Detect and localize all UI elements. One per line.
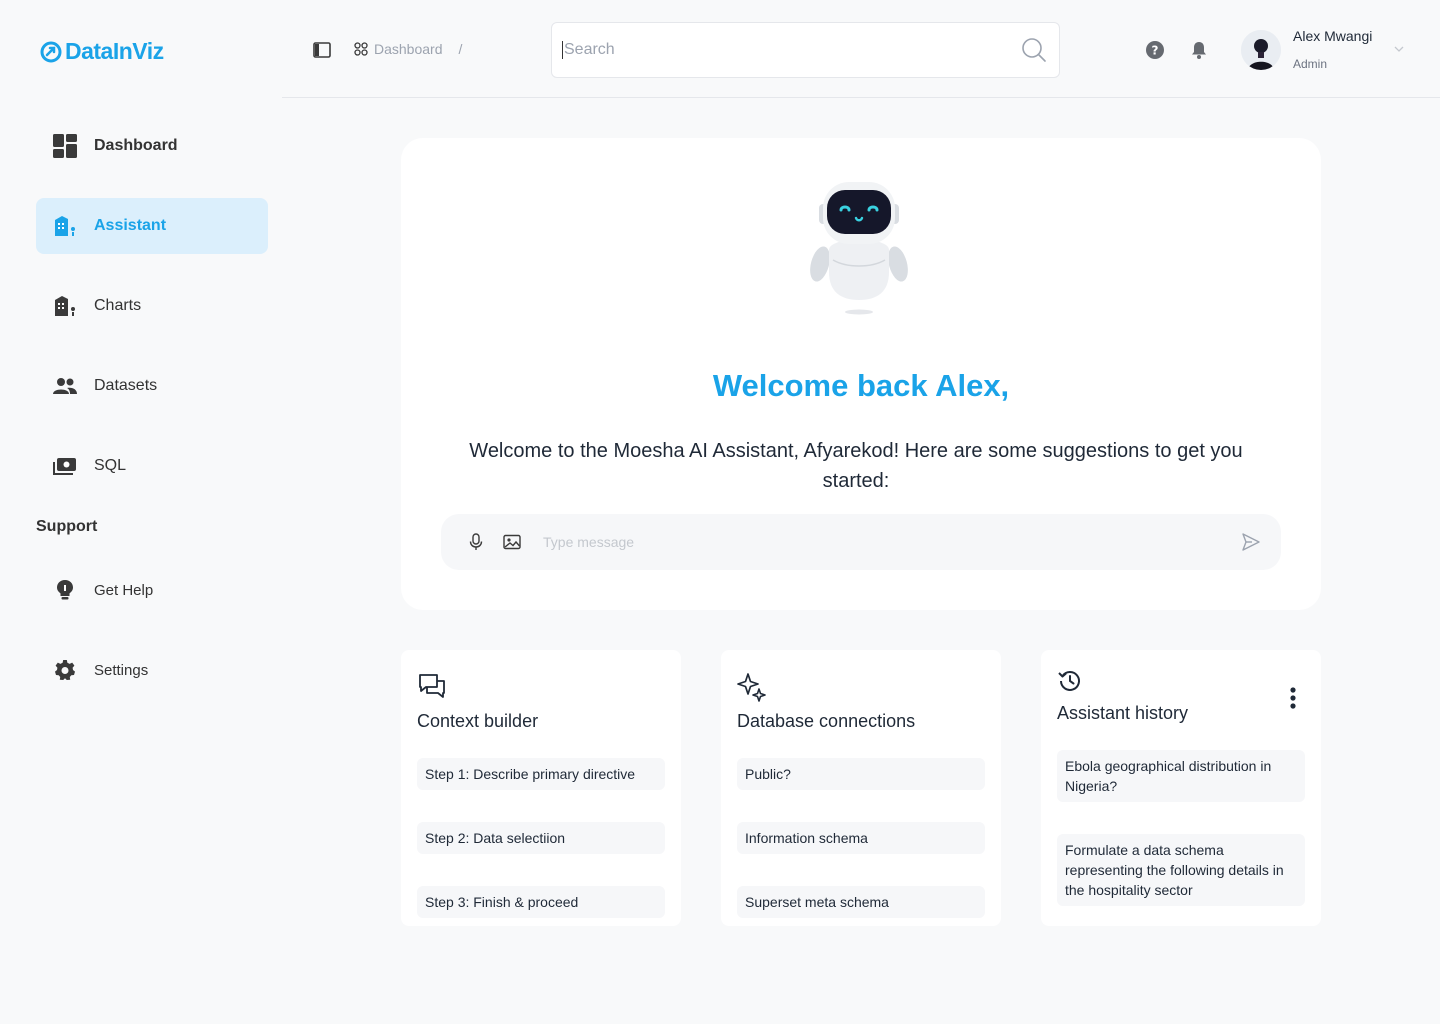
microphone-icon[interactable]: [467, 533, 485, 551]
sidebar-item-datasets[interactable]: Datasets: [36, 358, 268, 414]
logo[interactable]: DataInViz: [40, 38, 164, 65]
people-icon: [52, 373, 78, 399]
logo-text: DataInViz: [65, 38, 164, 64]
header-divider: [282, 97, 1440, 98]
context-step-item[interactable]: Step 2: Data selectiion: [417, 822, 665, 854]
breadcrumb: Dashboard /: [354, 41, 462, 57]
assistant-history-card: Assistant history Ebola geographical dis…: [1041, 650, 1321, 926]
help-icon[interactable]: ?: [1145, 40, 1165, 60]
sparkles-icon: [737, 673, 766, 702]
history-icon: [1058, 671, 1080, 691]
search-box: [551, 22, 1060, 78]
sidebar-item-label: Dashboard: [94, 137, 178, 154]
sidebar-item-charts[interactable]: Charts: [36, 278, 268, 334]
card-title: Assistant history: [1057, 703, 1189, 723]
sidebar-item-label: Get Help: [94, 581, 154, 599]
database-connections-card: Database connections Public? Information…: [721, 650, 1001, 926]
sql-icon: [52, 453, 78, 479]
sidebar-item-assistant[interactable]: Assistant: [36, 198, 268, 254]
bell-icon[interactable]: [1189, 40, 1209, 60]
history-item[interactable]: Ebola geographical distribution in Niger…: [1057, 750, 1305, 802]
chat-bubbles-icon: [419, 674, 445, 698]
user-name: Alex Mwangi: [1293, 28, 1373, 44]
sidebar-item-settings[interactable]: Settings: [36, 642, 268, 698]
sidebar-toggle-icon[interactable]: [313, 41, 331, 59]
gear-icon: [52, 657, 78, 683]
breadcrumb-separator: /: [458, 41, 463, 57]
sidebar-item-sql[interactable]: SQL: [36, 438, 268, 494]
sidebar-item-label: Charts: [94, 297, 142, 314]
card-title: Context builder: [417, 711, 539, 731]
send-icon[interactable]: [1241, 532, 1261, 552]
sidebar-item-label: SQL: [94, 457, 127, 474]
robot-illustration: [810, 182, 908, 315]
lightbulb-icon: [52, 577, 78, 603]
assistant-icon: [52, 213, 78, 239]
message-input[interactable]: [543, 534, 1241, 550]
database-connection-item[interactable]: Public?: [737, 758, 985, 790]
assistant-welcome-card: Welcome back Alex, Welcome to the Moesha…: [401, 138, 1321, 610]
grid-icon: [354, 42, 368, 56]
support-section-title: Support: [36, 518, 98, 535]
history-item[interactable]: Formulate a data schema representing the…: [1057, 834, 1305, 906]
context-step-item[interactable]: Step 1: Describe primary directive: [417, 758, 665, 790]
dashboard-icon: [52, 133, 78, 159]
user-role: Admin: [1293, 57, 1328, 71]
sidebar-item-label: Assistant: [94, 217, 167, 234]
avatar[interactable]: [1241, 30, 1281, 70]
more-options-icon[interactable]: [1289, 686, 1297, 710]
sidebar-item-label: Settings: [94, 661, 149, 679]
database-connection-item[interactable]: Information schema: [737, 822, 985, 854]
charts-icon: [52, 293, 78, 319]
sidebar-item-label: Datasets: [94, 377, 158, 394]
welcome-subtitle: Welcome to the Moesha AI Assistant, Afya…: [469, 440, 1243, 492]
card-title: Database connections: [737, 711, 916, 731]
logo-icon: [40, 41, 62, 62]
sidebar: DataInViz Dashboard Assistant Charts Dat…: [0, 0, 282, 1024]
image-icon[interactable]: [503, 533, 521, 551]
svg-text:?: ?: [1152, 44, 1159, 58]
message-composer: [441, 514, 1281, 570]
welcome-title: Welcome back Alex,: [712, 368, 1010, 403]
context-step-item[interactable]: Step 3: Finish & proceed: [417, 886, 665, 918]
database-connection-item[interactable]: Superset meta schema: [737, 886, 985, 918]
sidebar-item-get-help[interactable]: Get Help: [36, 562, 268, 618]
search-icon[interactable]: [1021, 37, 1047, 63]
context-builder-card: Context builder Step 1: Describe primary…: [401, 650, 681, 926]
search-input[interactable]: [562, 41, 1021, 59]
sidebar-item-dashboard[interactable]: Dashboard: [36, 118, 268, 174]
avatar-image: [1241, 30, 1281, 70]
chevron-down-icon[interactable]: [1393, 44, 1405, 54]
breadcrumb-dashboard-link[interactable]: Dashboard: [374, 41, 443, 57]
